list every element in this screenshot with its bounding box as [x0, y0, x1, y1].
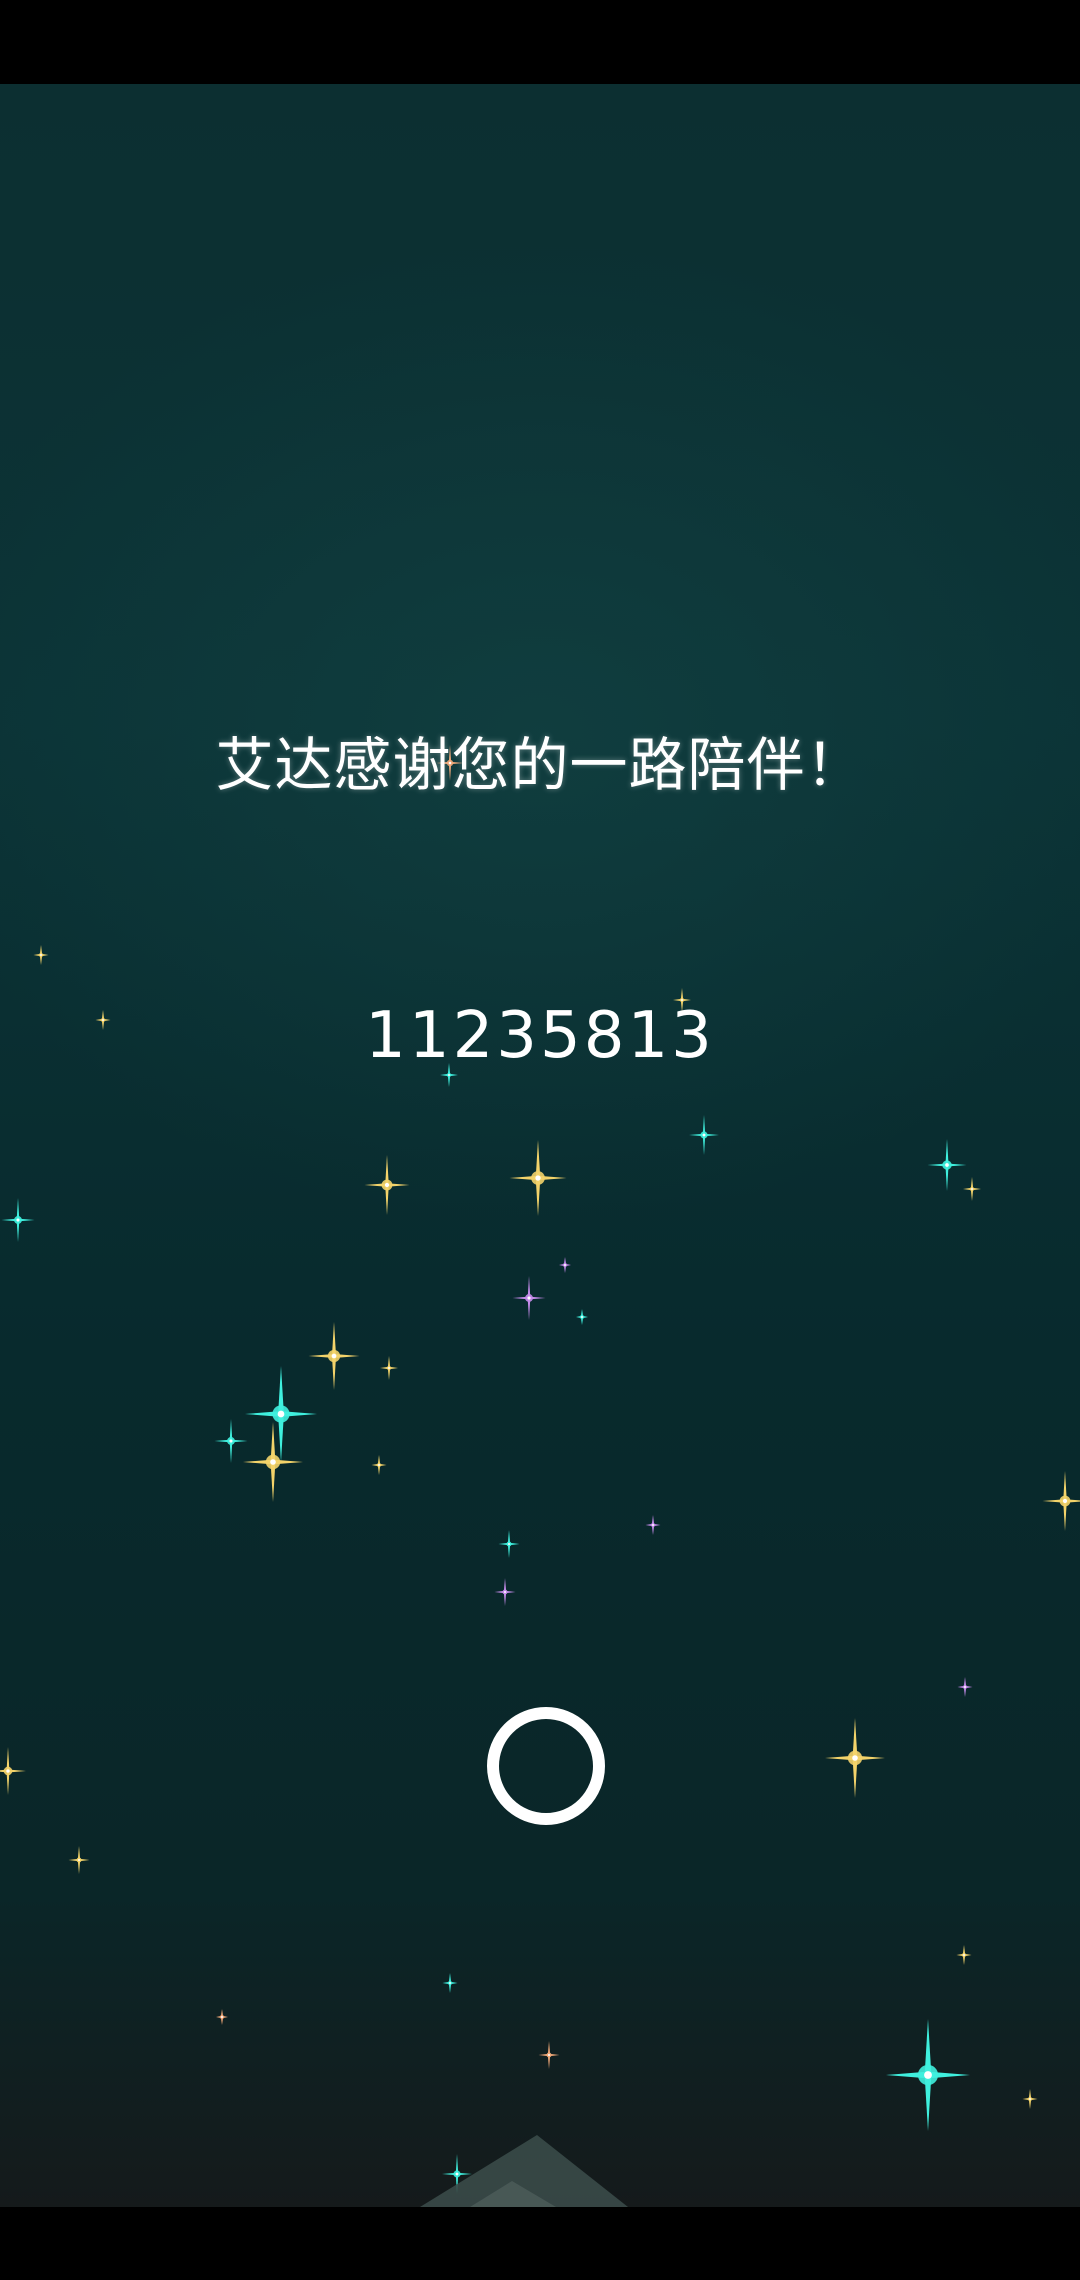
sparkle-icon	[963, 1177, 981, 1201]
sparkle-icon	[825, 1718, 885, 1798]
sparkle-icon	[33, 945, 49, 965]
sparkle-icon	[214, 1419, 248, 1463]
sparkle-icon	[364, 1155, 410, 1215]
sparkle-icon	[216, 2009, 228, 2025]
thank-you-message: 艾达感谢您的一路陪伴！	[215, 731, 865, 799]
sparkle-icon	[245, 1366, 317, 1462]
navigation-bar	[0, 2207, 1080, 2280]
ring-icon[interactable]	[487, 1707, 605, 1825]
sparkle-icon	[509, 1140, 567, 1216]
sparkle-icon	[308, 1322, 360, 1390]
sparkle-icon	[1022, 2089, 1038, 2109]
sparkle-icon	[442, 2154, 472, 2194]
sparkle-icon	[1042, 1471, 1080, 1531]
sparkle-icon	[886, 2019, 970, 2131]
sparkle-icon	[927, 1139, 967, 1191]
status-bar	[0, 0, 1080, 84]
sparkle-icon	[442, 1973, 458, 1993]
sparkle-icon	[494, 1578, 516, 1606]
sparkle-icon	[538, 2041, 560, 2069]
sparkle-icon	[1, 1198, 35, 1242]
sparkle-icon	[645, 1515, 661, 1535]
sparkle-icon	[576, 1309, 588, 1325]
unlock-code: 11235813	[365, 999, 715, 1073]
sparkle-icon	[380, 1356, 398, 1380]
sparkle-icon	[0, 1747, 26, 1795]
sparkle-icon	[243, 1422, 303, 1502]
sparkle-icon	[689, 1115, 719, 1155]
sparkle-icon	[956, 1945, 972, 1965]
sparkle-icon	[512, 1276, 546, 1320]
game-screen: 艾达感谢您的一路陪伴！ 11235813	[0, 0, 1080, 2280]
night-sky-scene: 艾达感谢您的一路陪伴！ 11235813	[0, 84, 1080, 2207]
sparkle-icon	[498, 1530, 520, 1558]
sparkle-icon	[371, 1455, 387, 1475]
sparkle-icon	[559, 1257, 571, 1273]
sparkle-icon	[957, 1677, 973, 1697]
sparkle-icon	[68, 1846, 90, 1874]
sparkle-field	[0, 745, 1080, 2194]
